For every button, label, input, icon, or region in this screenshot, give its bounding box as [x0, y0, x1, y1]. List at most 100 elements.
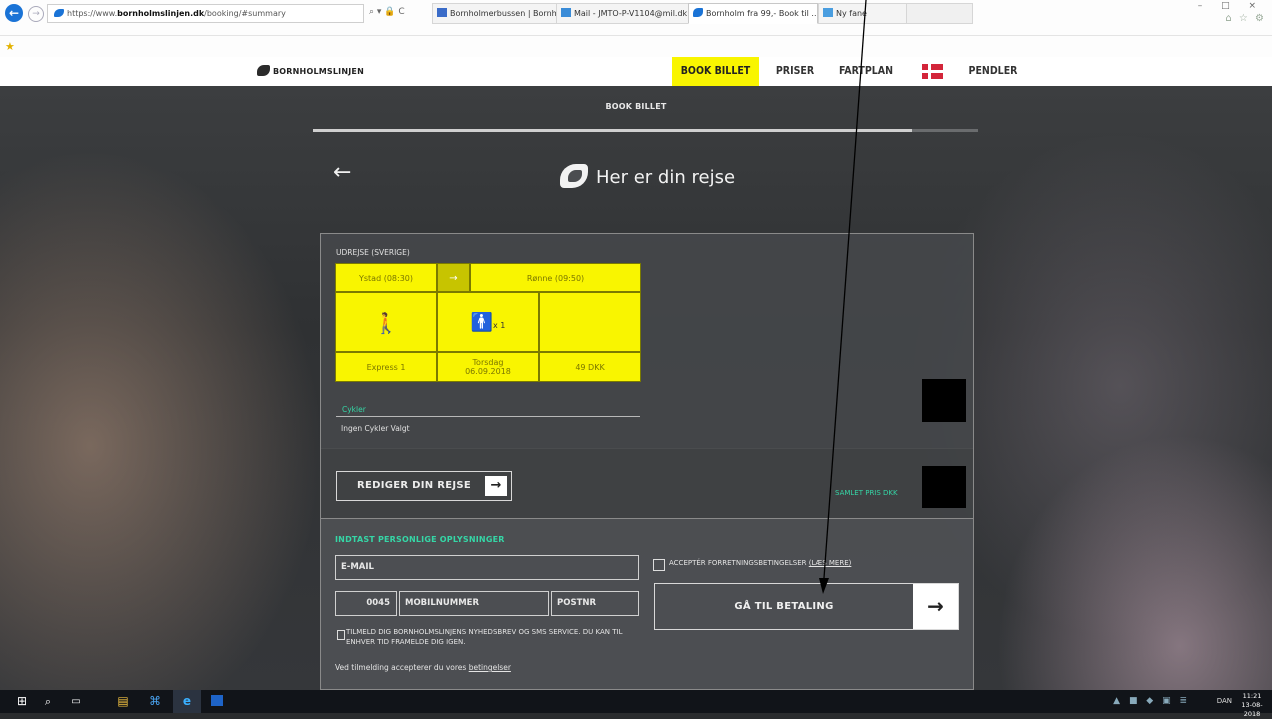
tab-new[interactable]: Ny fane [818, 3, 908, 24]
arrow-right-icon: → [913, 584, 958, 629]
tab-label: Bornholmerbussen | Bornholm... [450, 9, 557, 18]
phone-prefix-value: 0045 [366, 598, 390, 608]
site-favicon-icon [54, 9, 64, 17]
edit-journey-label: REDIGER DIN REJSE [357, 480, 472, 491]
go-to-payment-button[interactable]: GÅ TIL BETALING → [654, 583, 959, 630]
browser-forward-button[interactable]: → [28, 6, 44, 22]
address-controls[interactable]: ⌕ ▾ 🔒 C [369, 4, 405, 21]
page-title: Her er din rejse [560, 164, 735, 192]
phone-prefix-field[interactable]: 0045 [335, 591, 397, 616]
site-header: BORNHOLMSLINJEN BOOK BILLET PRISER FARTP… [0, 57, 1272, 86]
favorites-divider [0, 35, 1272, 36]
bikes-value: Ingen Cykler Valgt [341, 424, 410, 433]
nav-fartplan[interactable]: FARTPLAN [836, 57, 896, 86]
arrow-right-icon: → [485, 476, 507, 496]
terms-text-body: ACCEPTÉR FORRETNINGSBETINGELSER [669, 559, 809, 567]
empty-cell [539, 292, 641, 352]
person-icon: 🚹 [470, 312, 494, 333]
logo-mark-icon [257, 65, 270, 76]
consent-link[interactable]: betingelser [469, 663, 511, 672]
browser-toolbar-icons[interactable]: ⌂ ☆ ⚙ [1225, 13, 1266, 24]
total-price-label: SAMLET PRIS DKK [835, 489, 898, 497]
window-controls[interactable]: – □ × [1198, 1, 1264, 11]
tab-favicon-icon [561, 8, 571, 17]
taskbar-clock[interactable]: 11:21 13-08-2018 [1235, 692, 1269, 719]
terms-read-more-link[interactable]: (LÆS MERE) [809, 559, 852, 567]
browser-back-button[interactable]: ← [5, 4, 23, 22]
email-field[interactable]: E-MAIL [335, 555, 639, 580]
tab-mail[interactable]: Mail - JMTO-P-V1104@mil.dk [556, 3, 690, 24]
progress-bar [313, 129, 978, 132]
trip-summary-panel: UDREJSE (SVERIGE) Ystad (08:30) → Rønne … [320, 233, 974, 449]
start-icon[interactable]: ⊞ [8, 690, 36, 713]
ferry-cell: Express 1 [335, 352, 437, 382]
postnr-field[interactable]: POSTNR [551, 591, 639, 616]
postnr-placeholder: POSTNR [557, 598, 597, 608]
progress-fill [313, 129, 912, 132]
tab-favicon-icon [693, 8, 703, 17]
date-cell: Torsdag 06.09.2018 [437, 352, 539, 382]
bikes-divider [336, 416, 640, 417]
price-cell: 49 DKK [539, 352, 641, 382]
search-icon[interactable]: ⌕ [34, 690, 62, 713]
brand-mark-icon [560, 164, 588, 188]
system-tray-icons[interactable]: ▲ ■ ◆ ▣ ≣ [1113, 690, 1190, 713]
edit-total-bar: REDIGER DIN REJSE → SAMLET PRIS DKK [320, 448, 974, 519]
nav-pendler[interactable]: PENDLER [966, 57, 1020, 86]
go-to-payment-label: GÅ TIL BETALING [734, 601, 834, 612]
tab-label: Ny fane [836, 9, 867, 18]
newsletter-checkbox[interactable] [337, 630, 345, 640]
language-indicator[interactable]: DAN [1217, 690, 1232, 713]
arrival-cell: Rønne (09:50) [470, 263, 641, 292]
url-domain: bornholmslinjen.dk [117, 9, 205, 18]
terms-text: ACCEPTÉR FORRETNINGSBETINGELSER (LÆS MER… [669, 559, 851, 567]
tab-bornholm-booking[interactable]: Bornholm fra 99,- Book til ...× [688, 3, 818, 24]
passenger-count-cell: 🚹x 1 [437, 292, 539, 352]
newsletter-text: TILMELD DIG BORNHOLMSLINJENS NYHEDSBREV … [346, 628, 623, 646]
favorites-star-icon[interactable]: ★ [5, 40, 15, 53]
url-prefix: https://www. [67, 9, 118, 18]
edit-journey-button[interactable]: REDIGER DIN REJSE → [336, 471, 512, 501]
outlook-icon[interactable] [203, 690, 231, 713]
personal-info-heading: INDTAST PERSONLIGE OPLYSNINGER [335, 535, 505, 544]
walking-passenger-icon: 🚶 [373, 311, 399, 335]
task-view-icon[interactable]: ▭ [62, 690, 90, 713]
nav-book-billet[interactable]: BOOK BILLET [672, 57, 759, 86]
clock-date: 13-08-2018 [1241, 701, 1263, 718]
bikes-label: Cykler [342, 405, 366, 414]
email-placeholder: E-MAIL [341, 562, 374, 572]
tab-label: Mail - JMTO-P-V1104@mil.dk [574, 9, 688, 18]
new-tab-area[interactable] [906, 3, 973, 24]
tab-favicon-icon [823, 8, 833, 17]
consent-text-body: Ved tilmelding accepterer du vores [335, 663, 469, 672]
site-logo[interactable]: BORNHOLMSLINJEN [257, 65, 364, 79]
pinned-app-icon[interactable]: ⌘ [141, 690, 169, 713]
travel-mode-cell: 🚶 [335, 292, 437, 352]
direction-label: UDREJSE (SVERIGE) [336, 248, 410, 257]
nav-priser[interactable]: PRISER [770, 57, 820, 86]
tab-label: Bornholm fra 99,- Book til ... [706, 9, 818, 18]
route-arrow-icon: → [437, 263, 470, 292]
back-arrow-icon[interactable]: ← [333, 162, 351, 184]
mobile-placeholder: MOBILNUMMER [405, 598, 480, 608]
step-title: BOOK BILLET [605, 102, 667, 111]
file-explorer-icon[interactable]: ▤ [109, 690, 137, 713]
tab-bornholmerbussen[interactable]: Bornholmerbussen | Bornholm... [432, 3, 558, 24]
mobile-field[interactable]: MOBILNUMMER [399, 591, 549, 616]
clock-time: 11:21 [1242, 692, 1262, 700]
redacted-box [922, 379, 966, 422]
departure-cell: Ystad (08:30) [335, 263, 437, 292]
date-value: 06.09.2018 [465, 367, 511, 376]
internet-explorer-icon[interactable]: e [173, 690, 201, 713]
address-bar[interactable]: https://www.bornholmslinjen.dk/booking/#… [47, 4, 364, 23]
booking-stage: BOOK BILLET ← Her er din rejse UDREJSE (… [0, 86, 1272, 690]
redacted-box [922, 466, 966, 508]
passenger-count: x 1 [493, 321, 506, 330]
date-weekday: Torsdag [472, 358, 504, 367]
terms-checkbox[interactable] [653, 559, 665, 571]
url-path: /booking/#summary [204, 9, 286, 18]
windows-taskbar: ⊞ ⌕ ▭ ▤ ⌘ e ▲ ■ ◆ ▣ ≣ DAN 11:21 13-08-20… [0, 690, 1272, 718]
denmark-flag-icon[interactable] [922, 64, 943, 79]
consent-text: Ved tilmelding accepterer du vores betin… [335, 663, 511, 672]
personal-info-panel: INDTAST PERSONLIGE OPLYSNINGER E-MAIL 00… [320, 519, 974, 690]
